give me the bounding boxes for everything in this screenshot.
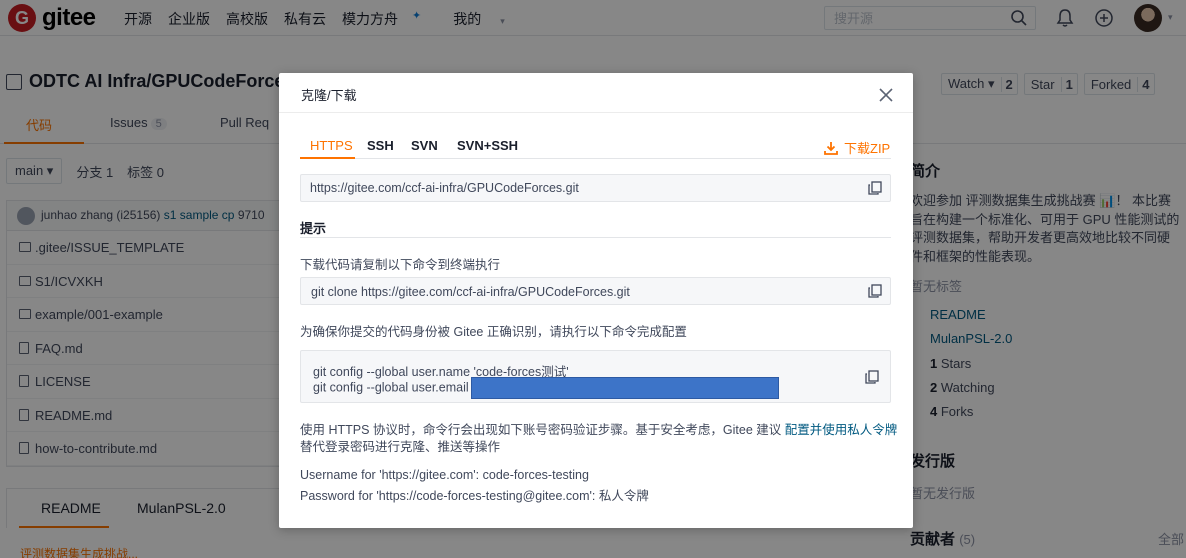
password-prompt-example: Password for 'https://code-forces-testin… <box>300 489 649 503</box>
personal-token-link[interactable]: 配置并使用私人令牌 <box>785 423 898 437</box>
config-command-box: git config --global user.name 'code-forc… <box>300 350 891 403</box>
username-prompt-example: Username for 'https://gitee.com': code-f… <box>300 468 589 482</box>
download-zip-button[interactable]: 下载ZIP <box>824 138 890 157</box>
copy-icon[interactable] <box>868 284 882 298</box>
active-protocol-underline <box>300 157 355 159</box>
clone-command[interactable]: git clone https://gitee.com/ccf-ai-infra… <box>311 285 630 299</box>
clone-download-dialog: 克隆/下载 HTTPS SSH SVN SVN+SSH 下载ZIP 提示 下载代… <box>279 73 913 528</box>
tab-svn-ssh[interactable]: SVN+SSH <box>457 138 518 153</box>
download-icon <box>824 141 838 155</box>
clone-url-input[interactable] <box>310 175 850 201</box>
https-note-text: 使用 HTTPS 协议时，命令行会出现如下账号密码验证步骤。基于安全考虑，Git… <box>300 423 782 437</box>
redacted-email-block <box>470 377 779 399</box>
hint-title: 提示 <box>300 221 327 236</box>
https-note-continued: 替代登录密码进行克隆、推送等操作 <box>300 440 501 454</box>
config-email-command[interactable]: git config --global user.email <box>313 377 779 399</box>
copy-icon[interactable] <box>868 181 882 195</box>
clone-command-box: git clone https://gitee.com/ccf-ai-infra… <box>300 277 891 305</box>
tab-svn[interactable]: SVN <box>411 138 438 153</box>
tab-https[interactable]: HTTPS <box>310 138 353 153</box>
close-icon[interactable] <box>877 86 895 104</box>
copy-command-hint: 下载代码请复制以下命令到终端执行 <box>300 258 501 272</box>
dialog-header: 克隆/下载 <box>279 73 913 113</box>
copy-icon[interactable] <box>865 370 879 384</box>
download-zip-label: 下载ZIP <box>844 141 891 156</box>
tab-ssh[interactable]: SSH <box>367 138 394 153</box>
dialog-title: 克隆/下载 <box>301 88 357 103</box>
protocol-tabs: HTTPS SSH SVN SVN+SSH <box>300 135 891 159</box>
hint-divider <box>300 237 891 238</box>
clone-url-box <box>300 174 891 202</box>
config-email-text: git config --global user.email <box>313 380 469 395</box>
identity-config-hint: 为确保你提交的代码身份被 Gitee 正确识别，请执行以下命令完成配置 <box>300 325 687 339</box>
